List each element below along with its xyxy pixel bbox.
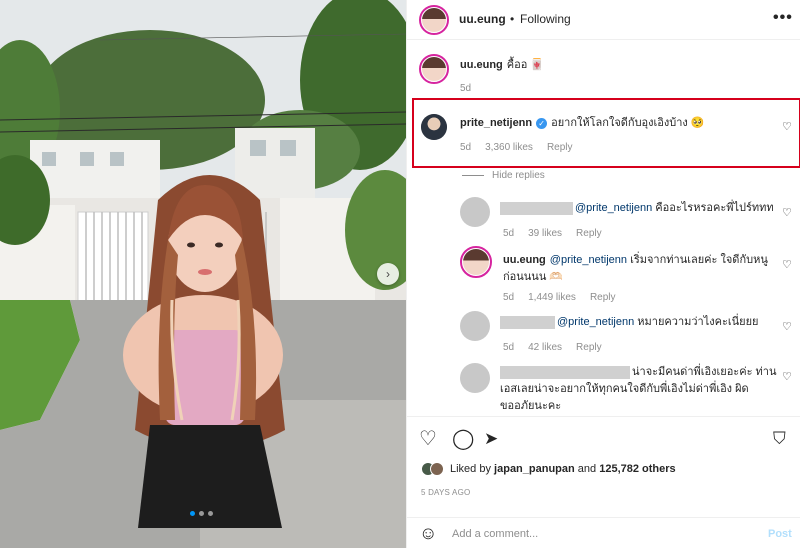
- caption-text: uu.eung คื้ออ 🀄: [460, 57, 544, 74]
- reply-age[interactable]: 5d: [503, 292, 514, 303]
- carousel-dot-active: [190, 511, 195, 516]
- highlight-box: [412, 98, 800, 168]
- comment-input[interactable]: Add a comment...: [452, 528, 538, 540]
- redacted-username: [500, 365, 630, 379]
- reply-likes[interactable]: 39 likes: [528, 228, 562, 239]
- comment-username[interactable]: prite_netijenn: [460, 117, 532, 129]
- commenter-avatar[interactable]: [421, 114, 447, 140]
- post-photo[interactable]: ›: [0, 0, 406, 548]
- reply-button[interactable]: Reply: [590, 292, 616, 303]
- reply-body: น่าจะมีคนด่าพี่เอิงเยอะค่ะ ท่าน: [632, 366, 777, 378]
- heart-icon[interactable]: ♡: [419, 429, 437, 449]
- comment-body: อยากให้โลกใจดีกับอุงเอิงบ้าง 🥺: [551, 117, 705, 129]
- reply-avatar[interactable]: [460, 197, 490, 227]
- reply-text: uu.eung @prite_netijenn เริ่มจากท่านเลยค่…: [503, 252, 773, 286]
- reply-like-heart-icon[interactable]: ♡: [782, 320, 792, 333]
- liked-by-label: Liked by: [450, 463, 491, 475]
- reply-meta: 5d 39 likes Reply: [503, 228, 602, 239]
- author-username[interactable]: uu.eung: [459, 12, 506, 26]
- divider: [462, 175, 484, 176]
- caption-body: คื้ออ 🀄: [506, 59, 545, 71]
- and-label: and: [577, 463, 597, 475]
- redacted-username: [500, 201, 573, 215]
- emoji-icon[interactable]: ☺: [419, 523, 437, 544]
- more-icon[interactable]: •••: [773, 9, 793, 27]
- post-actions: ♡ ◯ ➤ ⛉ Liked by japan_panupan and 125,7…: [407, 416, 800, 546]
- comment-age[interactable]: 5d: [460, 142, 471, 153]
- reply-body: เริ่มจากท่านเลยค่ะ ใจดีกับหนู: [630, 254, 768, 266]
- author-avatar[interactable]: [419, 5, 449, 35]
- comment-like-heart-icon[interactable]: ♡: [782, 120, 792, 133]
- reply-body-line2: เอสเลยน่าจะอยากให้ทุกคนใจดีกับพี่เอิงไม่…: [500, 383, 749, 395]
- reply-avatar[interactable]: [460, 311, 490, 341]
- caption-meta: 5d: [460, 83, 471, 94]
- liked-by-user[interactable]: japan_panupan: [494, 463, 575, 475]
- post-photo-image: [0, 0, 406, 548]
- reply-mention[interactable]: @prite_netijenn: [550, 254, 627, 266]
- likes-summary: Liked by japan_panupan and 125,782 other…: [421, 462, 676, 476]
- verified-badge-icon: ✓: [536, 117, 548, 129]
- carousel-next-button[interactable]: ›: [377, 263, 399, 285]
- comment-reply-button[interactable]: Reply: [547, 142, 573, 153]
- reply-body-line2: ก่อนนนน 🫶🏻: [503, 271, 564, 283]
- reply-mention[interactable]: @prite_netijenn: [575, 202, 652, 214]
- reply-age[interactable]: 5d: [503, 228, 514, 239]
- hide-replies-label: Hide replies: [492, 170, 545, 181]
- reply-text: น่าจะมีคนด่าพี่เอิงเยอะค่ะ ท่าน เอสเลยน่…: [500, 364, 780, 415]
- reply-like-heart-icon[interactable]: ♡: [782, 370, 792, 383]
- reply-likes[interactable]: 42 likes: [528, 342, 562, 353]
- carousel-dot: [208, 511, 213, 516]
- bookmark-icon[interactable]: ⛉: [773, 429, 786, 449]
- reply-like-heart-icon[interactable]: ♡: [782, 258, 792, 271]
- caption-avatar[interactable]: [419, 54, 449, 84]
- reply-username[interactable]: uu.eung: [503, 254, 546, 266]
- share-icon[interactable]: ➤: [484, 429, 498, 449]
- others-count[interactable]: 125,782 others: [599, 463, 675, 475]
- reply-button[interactable]: Reply: [576, 228, 602, 239]
- reply-text: @prite_netijenn คืออะไรหรอคะพี่ไปร์ททท: [500, 200, 774, 217]
- comment-text: prite_netijenn ✓ อยากให้โลกใจดีกับอุงเอิงบ…: [460, 115, 705, 132]
- reply-button[interactable]: Reply: [576, 342, 602, 353]
- comment-meta: 5d 3,360 likes Reply: [460, 142, 573, 153]
- following-button[interactable]: Following: [520, 12, 571, 26]
- carousel-dot: [199, 511, 204, 516]
- carousel-indicator: [190, 511, 213, 516]
- reply-avatar[interactable]: [460, 246, 492, 278]
- separator-dot: •: [510, 12, 515, 26]
- post-button[interactable]: Post: [768, 528, 792, 540]
- post-side-panel: uu.eung • Following ••• uu.eung คื้ออ 🀄 5…: [406, 0, 800, 548]
- reply-mention[interactable]: @prite_netijenn: [557, 316, 634, 328]
- post-header: uu.eung • Following •••: [407, 0, 800, 40]
- caption-username[interactable]: uu.eung: [460, 59, 503, 71]
- reply-meta: 5d 42 likes Reply: [503, 342, 602, 353]
- reply-meta: 5d 1,449 likes Reply: [503, 292, 616, 303]
- reply-text: @prite_netijenn หมายความว่าไงคะเนี่ยยย: [500, 314, 759, 331]
- add-comment-bar: ☺ Add a comment... Post: [407, 517, 800, 548]
- redacted-username: [500, 315, 555, 329]
- post-date[interactable]: 5 DAYS AGO: [421, 488, 470, 497]
- reply-body: คืออะไรหรอคะพี่ไปร์ททท: [655, 202, 774, 214]
- comment-likes[interactable]: 3,360 likes: [485, 142, 533, 153]
- reply-body-line3: ขออภัยนะคะ: [500, 400, 562, 412]
- caption-age[interactable]: 5d: [460, 83, 471, 94]
- reply-like-heart-icon[interactable]: ♡: [782, 206, 792, 219]
- hide-replies-button[interactable]: Hide replies: [462, 170, 545, 181]
- reply-body: หมายความว่าไงคะเนี่ยยย: [637, 316, 759, 328]
- chevron-right-icon: ›: [386, 267, 390, 281]
- reply-likes[interactable]: 1,449 likes: [528, 292, 576, 303]
- reply-age[interactable]: 5d: [503, 342, 514, 353]
- liker-avatar[interactable]: [430, 462, 444, 476]
- comment-icon[interactable]: ◯: [452, 429, 474, 449]
- reply-avatar[interactable]: [460, 363, 490, 393]
